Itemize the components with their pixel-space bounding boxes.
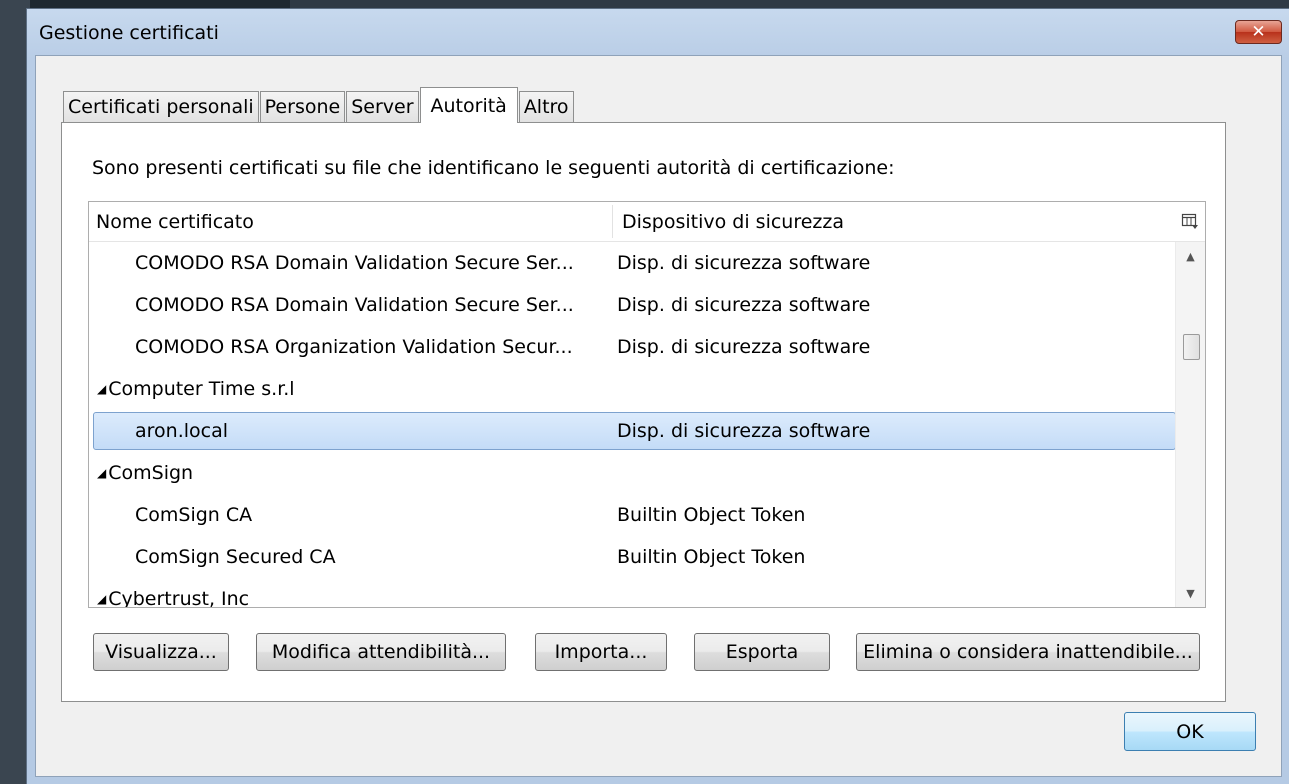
close-icon: ✕ [1251,21,1266,42]
tree-row[interactable]: COMODO RSA Domain Validation Secure Ser.… [89,242,1175,284]
vertical-scrollbar[interactable]: ▲ ▼ [1175,242,1205,607]
group-name: Computer Time s.r.l [108,378,295,400]
security-device: Disp. di sicurezza software [617,294,871,316]
tab-other[interactable]: Altro [518,91,574,122]
certificate-name: ComSign CA [135,504,253,526]
certificate-name: aron.local [135,420,229,442]
close-button[interactable]: ✕ [1235,20,1282,44]
arrow-down-icon[interactable]: ▼ [1176,579,1205,607]
group-label: ◢ ComSign [97,452,193,494]
desktop-background-top [30,0,290,8]
security-device: Disp. di sicurezza software [617,336,871,358]
view-button[interactable]: Visualizza... [93,633,229,671]
certificate-name: COMODO RSA Domain Validation Secure Ser.… [135,252,574,274]
certificate-name: COMODO RSA Domain Validation Secure Ser.… [135,294,574,316]
group-name: ComSign [108,462,194,484]
certificate-tree[interactable]: Nome certificato Dispositivo di sicurezz… [88,201,1206,608]
triangle-expanded-icon[interactable]: ◢ [97,382,106,396]
column-header-device[interactable]: Dispositivo di sicurezza [622,202,844,241]
column-picker-icon[interactable] [1181,212,1199,230]
tree-row[interactable]: ComSign Secured CA Builtin Object Token [89,536,1175,578]
ok-button[interactable]: OK [1124,712,1256,751]
tab-panel: Sono presenti certificati su file che id… [61,122,1226,702]
group-name: Cybertrust, Inc [108,588,250,608]
tree-group-row[interactable]: ◢ Cybertrust, Inc [89,578,1175,608]
security-device: Disp. di sicurezza software [617,420,871,442]
tree-row[interactable]: COMODO RSA Domain Validation Secure Ser.… [89,284,1175,326]
certificate-name: ComSign Secured CA [135,546,336,568]
column-separator[interactable] [612,205,613,238]
edit-trust-button[interactable]: Modifica attendibilità... [256,633,506,671]
tab-authorities[interactable]: Autorità [419,87,518,123]
tab-people[interactable]: Persone [259,91,346,122]
dialog-client-area: Certificati personali Persone Server Aut… [35,55,1282,777]
panel-description: Sono presenti certificati su file che id… [92,157,895,179]
certificate-name: COMODO RSA Organization Validation Secur… [135,336,573,358]
security-device: Builtin Object Token [617,504,806,526]
group-label: ◢ Cybertrust, Inc [97,578,250,608]
tree-header: Nome certificato Dispositivo di sicurezz… [89,202,1205,242]
tab-servers[interactable]: Server [346,91,419,122]
certificate-manager-window: Gestione certificati ✕ Certificati perso… [26,8,1289,784]
export-button[interactable]: Esporta [694,633,830,671]
security-device: Builtin Object Token [617,546,806,568]
window-title: Gestione certificati [39,22,219,44]
delete-or-distrust-button[interactable]: Elimina o considera inattendibile... [856,633,1200,671]
group-label: ◢ Computer Time s.r.l [97,368,295,410]
arrow-up-icon[interactable]: ▲ [1176,242,1205,270]
tree-row[interactable]: COMODO RSA Organization Validation Secur… [89,326,1175,368]
security-device: Disp. di sicurezza software [617,252,871,274]
tree-group-row[interactable]: ◢ ComSign [89,452,1175,494]
column-header-name[interactable]: Nome certificato [96,202,254,241]
tree-rows: COMODO RSA Domain Validation Secure Ser.… [89,242,1176,608]
scrollbar-thumb[interactable] [1183,334,1200,360]
tree-row-selected[interactable]: aron.local Disp. di sicurezza software [89,410,1176,452]
tree-group-row[interactable]: ◢ Computer Time s.r.l [89,368,1175,410]
triangle-expanded-icon[interactable]: ◢ [97,466,106,480]
tab-personal-certificates[interactable]: Certificati personali [63,91,259,122]
tree-row[interactable]: ComSign CA Builtin Object Token [89,494,1175,536]
import-button[interactable]: Importa... [535,633,667,671]
triangle-expanded-icon[interactable]: ◢ [97,592,106,606]
tab-strip: Certificati personali Persone Server Aut… [63,86,575,123]
